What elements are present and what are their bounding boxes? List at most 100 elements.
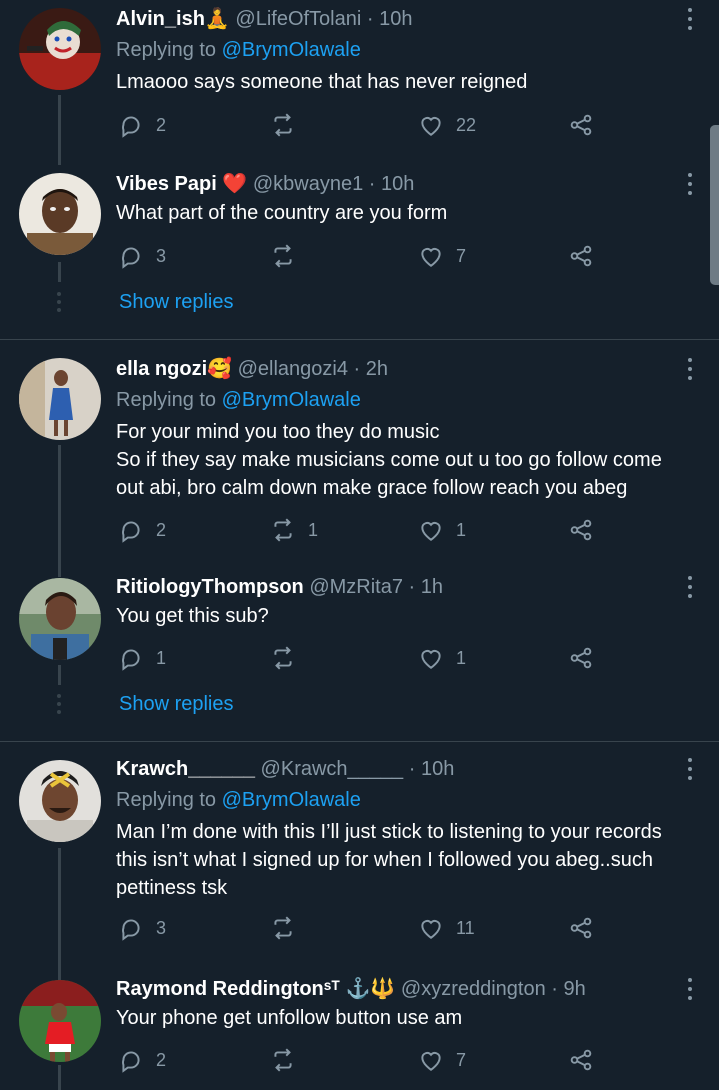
more-options-icon[interactable] xyxy=(687,8,693,30)
reply-button[interactable]: 1 xyxy=(118,643,166,673)
like-button[interactable]: 1 xyxy=(418,515,466,545)
retweet-count: 1 xyxy=(308,519,319,540)
share-button[interactable] xyxy=(568,241,594,271)
retweet-button[interactable] xyxy=(270,913,308,943)
retweet-button[interactable] xyxy=(270,241,308,271)
share-icon xyxy=(570,245,592,267)
thread-line xyxy=(58,445,61,577)
reply-icon xyxy=(122,116,140,138)
retweet-button[interactable] xyxy=(270,1045,308,1075)
separator-dot: · xyxy=(551,978,558,1000)
reply-button[interactable]: 3 xyxy=(118,241,166,271)
reply-button[interactable]: 2 xyxy=(118,515,166,545)
like-count: 7 xyxy=(456,245,467,266)
display-name[interactable]: Krawch______ xyxy=(116,758,255,780)
reply-count: 2 xyxy=(156,1049,167,1070)
avatar[interactable] xyxy=(19,578,101,660)
more-options-icon[interactable] xyxy=(687,173,693,195)
share-button[interactable] xyxy=(568,1045,594,1075)
heart-icon xyxy=(421,248,441,267)
share-icon xyxy=(570,647,592,669)
retweet-icon xyxy=(274,916,292,940)
reply-count: 3 xyxy=(156,245,167,266)
user-handle[interactable]: @LifeOfTolani xyxy=(235,8,361,30)
timestamp[interactable]: 10h xyxy=(379,8,412,30)
scrollbar[interactable] xyxy=(710,125,719,285)
reply-count: 3 xyxy=(156,917,167,938)
timestamp[interactable]: 10h xyxy=(421,758,454,780)
retweet-button[interactable] xyxy=(270,643,308,673)
tweet-text: For your mind you too they do music So i… xyxy=(116,421,662,499)
more-options-icon[interactable] xyxy=(687,978,693,1000)
thread-line xyxy=(58,848,61,980)
share-button[interactable] xyxy=(568,643,594,673)
mention-link[interactable]: @BrymOlawale xyxy=(222,789,361,811)
replying-to: Replying to @BrymOlawale xyxy=(116,39,361,61)
thread-line xyxy=(58,1065,61,1090)
tweet-actions: 3 7 xyxy=(116,241,636,271)
retweet-button[interactable] xyxy=(270,110,308,140)
share-icon xyxy=(570,519,592,541)
heart-icon xyxy=(421,1052,441,1071)
retweet-button[interactable]: 1 xyxy=(270,515,318,545)
more-options-icon[interactable] xyxy=(687,758,693,780)
reply-button[interactable]: 2 xyxy=(118,110,166,140)
separator-dot: · xyxy=(366,8,374,30)
display-name[interactable]: ella ngozi xyxy=(116,358,207,380)
avatar[interactable] xyxy=(19,358,101,440)
timestamp[interactable]: 9h xyxy=(564,978,586,1000)
replying-to: Replying to @BrymOlawale xyxy=(116,389,361,411)
reply-button[interactable]: 2 xyxy=(118,1045,166,1075)
like-button[interactable]: 11 xyxy=(418,913,475,943)
tweet-actions: 2 1 1 xyxy=(116,515,636,545)
timestamp[interactable]: 1h xyxy=(421,576,443,598)
thread-line xyxy=(58,665,61,685)
heart-icon xyxy=(421,920,441,939)
like-button[interactable]: 1 xyxy=(418,643,466,673)
user-handle[interactable]: @MzRita7 xyxy=(309,576,403,598)
separator-dot: · xyxy=(368,173,376,195)
separator-dot: · xyxy=(408,758,416,780)
more-options-icon[interactable] xyxy=(687,576,693,598)
display-name[interactable]: RitiologyThompson xyxy=(116,576,304,598)
show-replies-link[interactable]: Show replies xyxy=(119,690,234,718)
tweet-text: Man I’m done with this I’ll just stick t… xyxy=(116,821,662,899)
display-name[interactable]: Alvin_ish xyxy=(116,8,205,30)
display-name[interactable]: Raymond Reddingtonˢᵀ xyxy=(116,978,340,1000)
avatar[interactable] xyxy=(19,760,101,842)
thread-dots xyxy=(56,694,62,714)
user-handle[interactable]: @kbwayne1 xyxy=(253,173,363,195)
avatar[interactable] xyxy=(19,173,101,255)
share-button[interactable] xyxy=(568,515,594,545)
more-options-icon[interactable] xyxy=(687,358,693,380)
reply-count: 1 xyxy=(156,647,167,668)
like-count: 22 xyxy=(456,114,477,135)
avatar[interactable] xyxy=(19,980,101,1062)
reply-icon xyxy=(122,521,140,543)
timestamp[interactable]: 2h xyxy=(366,358,388,380)
tweet-actions: 2 7 xyxy=(116,1045,636,1075)
thread-dots xyxy=(56,292,62,312)
timestamp[interactable]: 10h xyxy=(381,173,414,195)
reply-button[interactable]: 3 xyxy=(118,913,166,943)
share-button[interactable] xyxy=(568,110,594,140)
thread-line xyxy=(58,95,61,165)
tweet-text: Lmaooo says someone that has never reign… xyxy=(116,71,528,93)
tweet-actions: 1 1 xyxy=(116,643,636,673)
display-name[interactable]: Vibes Papi xyxy=(116,173,217,195)
user-handle[interactable]: @xyzreddington xyxy=(401,978,546,1000)
heart-icon xyxy=(421,522,441,541)
name-emoji: ❤️ xyxy=(222,173,248,195)
heart-icon xyxy=(421,117,441,136)
user-handle[interactable]: @ellangozi4 xyxy=(238,358,348,380)
like-button[interactable]: 7 xyxy=(418,1045,466,1075)
retweet-icon xyxy=(274,244,292,268)
mention-link[interactable]: @BrymOlawale xyxy=(222,39,361,61)
share-button[interactable] xyxy=(568,913,594,943)
like-button[interactable]: 7 xyxy=(418,241,466,271)
avatar[interactable] xyxy=(19,8,101,90)
like-button[interactable]: 22 xyxy=(418,110,476,140)
mention-link[interactable]: @BrymOlawale xyxy=(222,389,361,411)
show-replies-link[interactable]: Show replies xyxy=(119,288,234,316)
user-handle[interactable]: @Krawch_____ xyxy=(261,758,404,780)
